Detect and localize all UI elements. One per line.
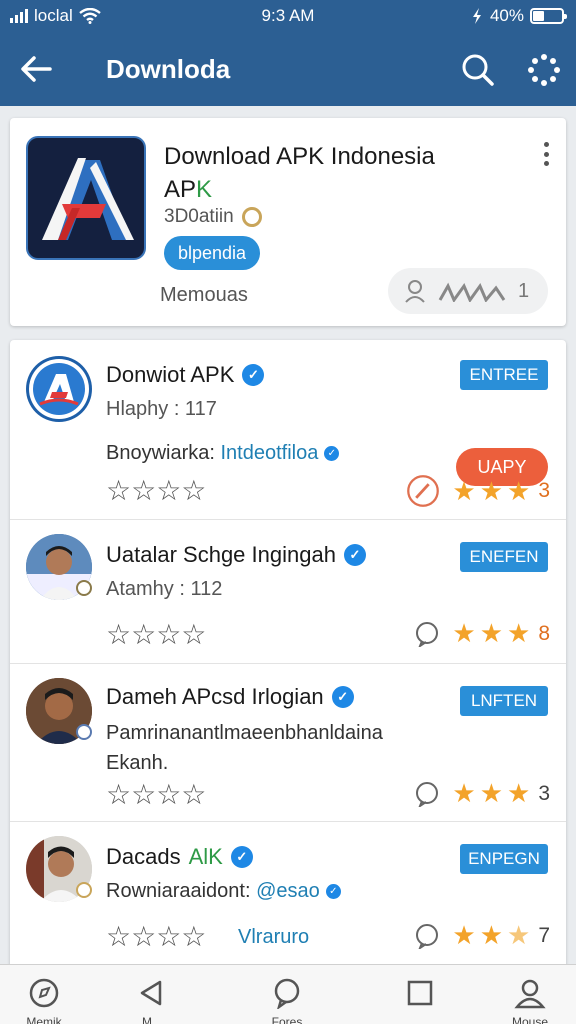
featured-app-size: 3D0atiin	[164, 206, 262, 228]
chat-icon	[274, 978, 300, 1009]
item-rating: ★ ★ ★ 7	[414, 920, 550, 951]
rating-count: 3	[538, 781, 550, 805]
verified-icon: ✓	[242, 364, 265, 386]
featured-tag[interactable]: blpendia	[164, 236, 261, 270]
featured-app-name: Download APK Indonesia APK	[164, 140, 524, 206]
verified-small-icon: ✓	[325, 884, 341, 900]
featured-stats[interactable]: 1	[388, 268, 548, 314]
square-icon	[407, 980, 433, 1006]
item-rating: ★ ★ ★ 3	[414, 778, 550, 809]
app-bar: Downloda	[0, 32, 576, 106]
item-title-text: Uatalar Schge Ingingah	[106, 542, 336, 567]
rating-count: 7	[538, 923, 550, 947]
app-list: Donwiot APK ✓ Hlaphy : 117 Bnoywiarka: I…	[10, 340, 566, 970]
compass-icon	[29, 978, 59, 1008]
more-options-icon[interactable]	[544, 142, 550, 166]
item-title: Donwiot APK ✓	[106, 362, 265, 388]
rate-stars[interactable]: ☆☆☆☆	[106, 920, 206, 953]
item-link[interactable]: Vlraruro	[238, 926, 309, 949]
rate-stars[interactable]: ☆☆☆☆	[106, 618, 206, 651]
item-description: Rowniaraaidont: @esao ✓	[106, 876, 466, 906]
desc-prefix: Rowniaraaidont:	[106, 880, 257, 902]
badge-icon	[76, 580, 92, 596]
lnften-button[interactable]: LNFTEN	[460, 686, 548, 716]
list-item[interactable]: Uatalar Schge Ingingah ✓ Atamhy : 112 EN…	[10, 520, 566, 664]
battery-percent: 40%	[489, 6, 524, 25]
rating-count: 8	[538, 621, 550, 645]
battery-icon	[530, 8, 567, 24]
verified-icon: ✓	[331, 686, 354, 708]
comment-icon[interactable]	[414, 781, 440, 807]
item-description: Bnoywiarka: Intdeotfiloa ✓	[106, 438, 436, 468]
rate-stars[interactable]: ☆☆☆☆	[106, 778, 206, 811]
comment-icon[interactable]	[414, 923, 440, 949]
desc-link[interactable]: @esao	[256, 880, 320, 902]
list-item[interactable]: Dameh APcsd Irlogian ✓ Pamrinanantlmaeen…	[10, 664, 566, 822]
nav-item-fores[interactable]: Fores	[237, 965, 337, 1024]
featured-app-name-text: Download APK Indonesia	[164, 143, 435, 170]
item-meta: Hlaphy : 117	[106, 398, 217, 420]
item-rating: ★ ★ ★ 8	[414, 618, 550, 649]
item-title: Uatalar Schge Ingingah ✓	[106, 542, 366, 568]
verified-icon: ✓	[343, 544, 366, 566]
list-item[interactable]: Donwiot APK ✓ Hlaphy : 117 Bnoywiarka: I…	[10, 340, 566, 520]
edit-circle-icon[interactable]	[406, 474, 440, 508]
badge-icon	[76, 882, 92, 898]
status-right: 40%	[470, 6, 567, 26]
loading-dots-icon[interactable]	[524, 50, 564, 90]
nav-label: M...	[142, 1015, 162, 1024]
item-title: Dameh APcsd Irlogian ✓	[106, 684, 354, 710]
app-avatar	[26, 356, 92, 422]
featured-app-card[interactable]: Download APK Indonesia APK 3D0atiin blpe…	[10, 118, 566, 326]
nav-item-recents[interactable]	[370, 965, 470, 1024]
page-title: Downloda	[106, 54, 231, 84]
search-icon[interactable]	[458, 50, 498, 90]
enefen-button[interactable]: ENEFEN	[460, 542, 548, 572]
list-item[interactable]: Dacads AlK ✓ Rowniaraaidont: @esao ✓ ENPE…	[10, 822, 566, 970]
profile-icon	[514, 979, 546, 1009]
nav-label: Mouse	[511, 1015, 549, 1024]
back-arrow-icon[interactable]	[16, 52, 56, 86]
user-icon	[405, 280, 425, 303]
featured-stat-count: 1	[518, 279, 530, 302]
featured-size-text: 3D0atiin	[164, 206, 234, 227]
verified-small-icon: ✓	[324, 446, 340, 462]
featured-app-name-suffix: APK	[164, 176, 213, 203]
badge-icon	[76, 724, 92, 740]
item-title-suffix: AlK	[188, 844, 223, 869]
trend-icon	[438, 282, 506, 302]
battery-level	[533, 11, 545, 21]
item-title-text: Dameh APcsd Irlogian	[106, 684, 324, 709]
nav-label: Memik	[26, 1015, 62, 1024]
rating-count: 3	[538, 479, 550, 502]
nav-label: Fores	[271, 1015, 303, 1024]
desc-prefix: Bnoywiarka:	[106, 442, 221, 464]
desc-link[interactable]: Intdeotfiloa	[221, 442, 319, 464]
item-description: Pamrinanantlmaeenbhanldaina Ekanh.	[106, 722, 383, 774]
entree-button[interactable]: ENTREE	[460, 360, 548, 390]
comment-icon[interactable]	[414, 621, 440, 647]
data-arrow-icon	[472, 8, 481, 24]
verified-icon: ✓	[230, 846, 253, 868]
item-title-text: Donwiot APK	[106, 362, 235, 387]
back-triangle-icon	[140, 980, 162, 1006]
status-bar: loclal 9:3 AM 40%	[0, 0, 576, 32]
item-rating: ★ ★ ★ 3	[406, 474, 550, 508]
nav-item-mouse[interactable]: Mouse	[480, 965, 576, 1024]
bottom-navigation: Memik M... Fores Mouse	[0, 964, 576, 1024]
nav-item-back[interactable]: M...	[102, 965, 202, 1024]
item-meta: Atamhy : 112	[106, 578, 223, 600]
item-title-text: Dacads	[106, 844, 181, 869]
app-logo	[26, 136, 146, 260]
rate-stars[interactable]: ☆☆☆☆	[106, 474, 206, 507]
featured-subtitle: Memouas	[160, 284, 248, 306]
item-title: Dacads AlK ✓	[106, 844, 253, 870]
enpegn-button[interactable]: ENPEGN	[460, 844, 548, 874]
coin-icon	[241, 207, 262, 227]
nav-item-memik[interactable]: Memik	[0, 965, 94, 1024]
